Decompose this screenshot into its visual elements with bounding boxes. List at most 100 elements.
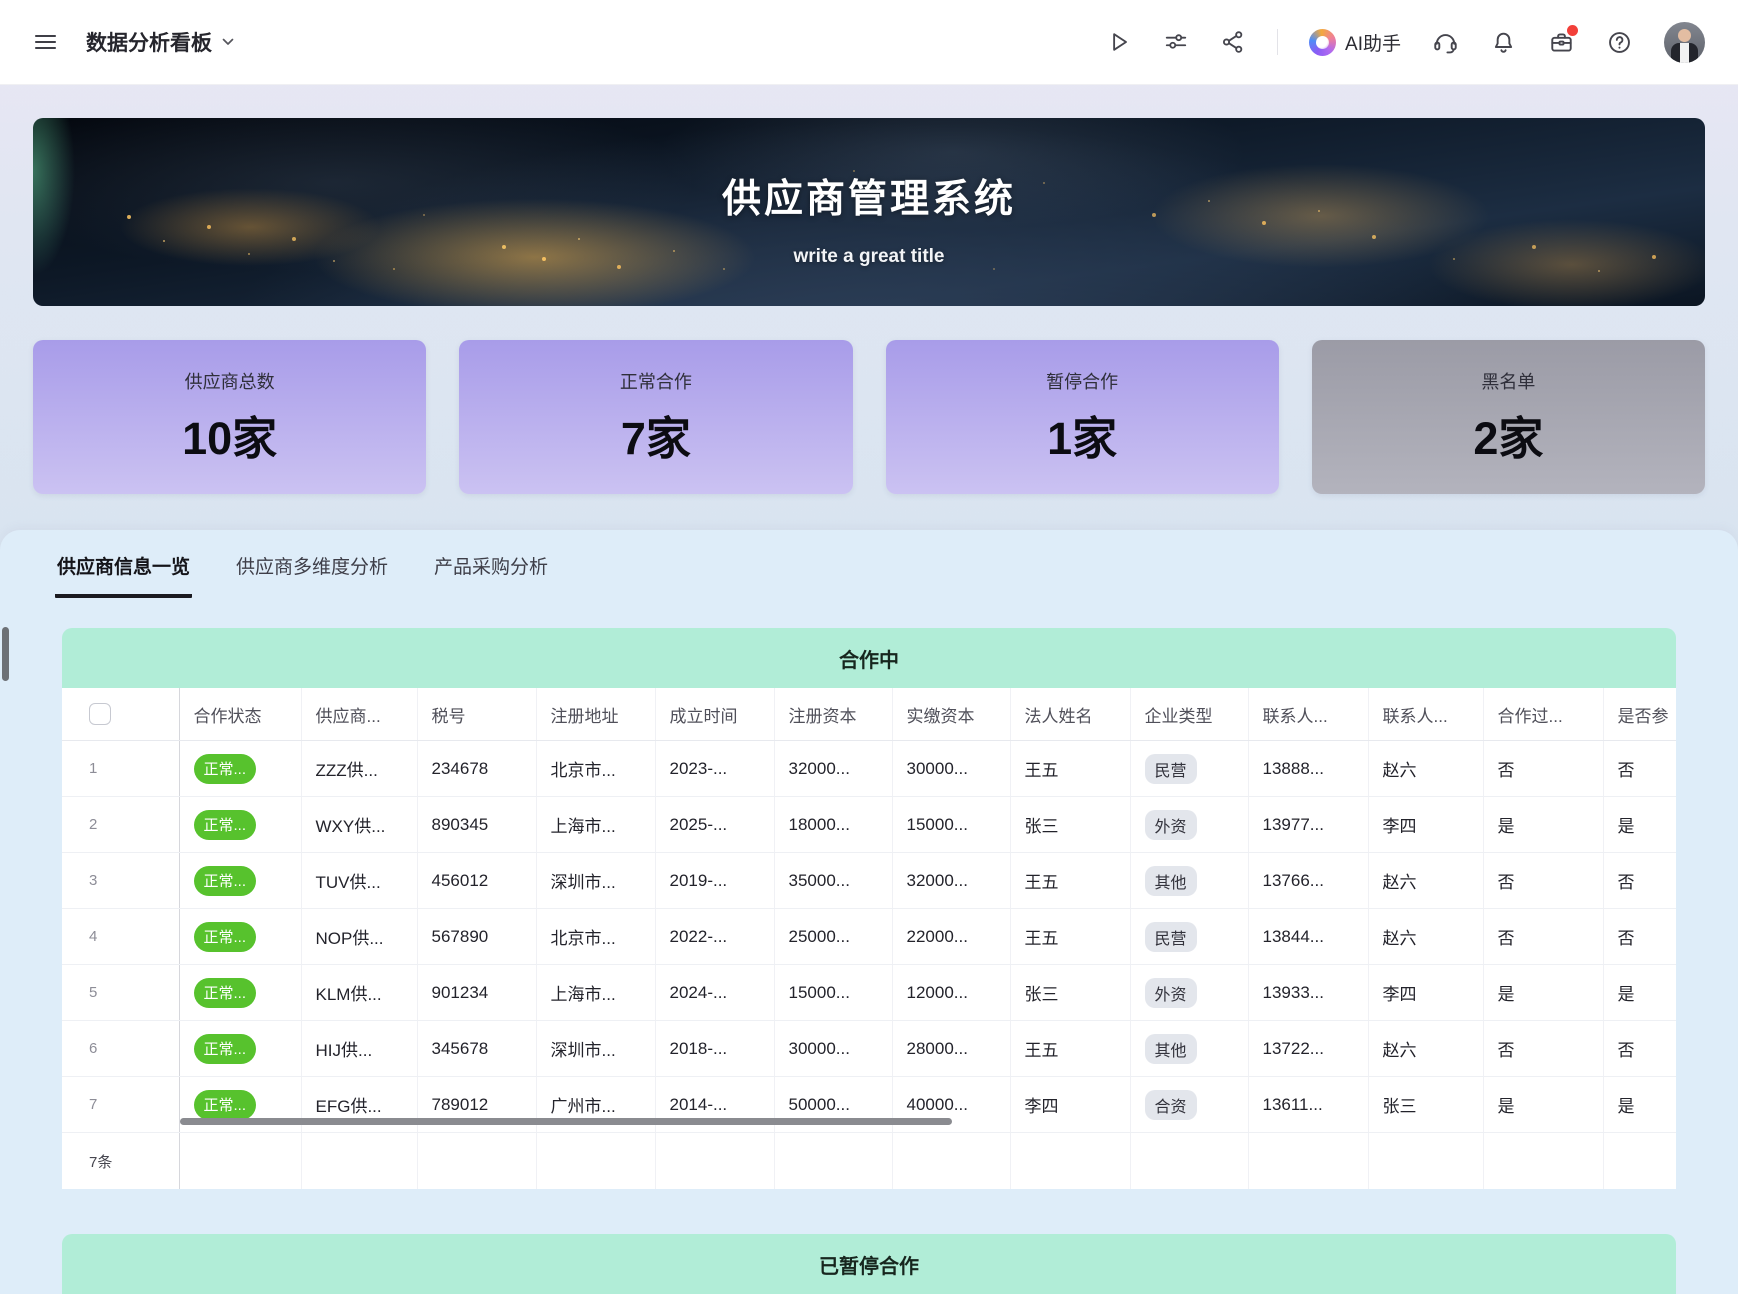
tab-2[interactable]: 产品采购分析 — [432, 552, 550, 598]
column-header[interactable]: 联系人... — [1368, 688, 1483, 741]
table-cell: 是 — [1483, 965, 1603, 1021]
user-avatar[interactable] — [1664, 22, 1705, 63]
table-row[interactable]: 6正常...HIJ供...345678深圳市...2018-...30000..… — [62, 1021, 1676, 1077]
table-row[interactable]: 1正常...ZZZ供...234678北京市...2023-...32000..… — [62, 741, 1676, 797]
notifications-button[interactable] — [1490, 29, 1517, 56]
footer-cell — [1483, 1133, 1603, 1190]
column-header[interactable]: 合作过... — [1483, 688, 1603, 741]
table-cell: 其他 — [1130, 853, 1248, 909]
column-header[interactable]: 注册地址 — [536, 688, 655, 741]
stat-card-2: 暂停合作1家 — [886, 340, 1279, 494]
footer-cell — [892, 1133, 1010, 1190]
column-header[interactable]: 供应商... — [301, 688, 417, 741]
footer-cell — [536, 1133, 655, 1190]
table-cell: 否 — [1603, 853, 1676, 909]
table-cell: 赵六 — [1368, 741, 1483, 797]
company-type-badge: 民营 — [1145, 922, 1197, 952]
table-footer-row: 7条 — [62, 1133, 1676, 1190]
table-cell: 张三 — [1010, 965, 1130, 1021]
table-header-row: 合作状态供应商...税号注册地址成立时间注册资本实缴资本法人姓名企业类型联系人.… — [62, 688, 1676, 741]
stat-card-value: 7家 — [621, 402, 691, 467]
sliders-icon — [1163, 29, 1189, 55]
chevron-down-icon — [222, 33, 234, 51]
settings-button[interactable] — [1163, 29, 1189, 55]
table-cell: 13977... — [1248, 797, 1368, 853]
table-cell: 30000... — [774, 1021, 892, 1077]
stat-card-1: 正常合作 7家 — [459, 340, 852, 494]
supplier-table: 合作状态供应商...税号注册地址成立时间注册资本实缴资本法人姓名企业类型联系人.… — [62, 688, 1676, 1189]
table-cell: 28000... — [892, 1021, 1010, 1077]
status-badge: 正常... — [194, 922, 257, 952]
table-cell: 否 — [1603, 1021, 1676, 1077]
table-cell: 13888... — [1248, 741, 1368, 797]
column-header[interactable]: 企业类型 — [1130, 688, 1248, 741]
toolbar-divider — [1277, 29, 1278, 55]
column-header[interactable]: 合作状态 — [179, 688, 301, 741]
table-cell: 北京市... — [536, 909, 655, 965]
table-cell: WXY供... — [301, 797, 417, 853]
column-header[interactable]: 注册资本 — [774, 688, 892, 741]
support-button[interactable] — [1432, 29, 1459, 56]
table-cell: 2019-... — [655, 853, 774, 909]
horizontal-scrollbar[interactable] — [180, 1118, 952, 1125]
table-cell: TUV供... — [301, 853, 417, 909]
table-cell: 是 — [1603, 797, 1676, 853]
column-header[interactable]: 法人姓名 — [1010, 688, 1130, 741]
footer-cell — [774, 1133, 892, 1190]
column-header[interactable]: 成立时间 — [655, 688, 774, 741]
bell-icon — [1490, 29, 1517, 56]
share-button[interactable] — [1220, 29, 1246, 55]
table-cell: 正常... — [179, 965, 301, 1021]
table-cell: 13844... — [1248, 909, 1368, 965]
inbox-button[interactable] — [1548, 29, 1575, 56]
table-cell: 否 — [1483, 909, 1603, 965]
table-row[interactable]: 5正常...KLM供...901234上海市...2024-...15000..… — [62, 965, 1676, 1021]
table-cell: 13722... — [1248, 1021, 1368, 1077]
table-row[interactable]: 2正常...WXY供...890345上海市...2025-...18000..… — [62, 797, 1676, 853]
table-cell: 15000... — [892, 797, 1010, 853]
question-icon — [1606, 29, 1633, 56]
column-header[interactable]: 联系人... — [1248, 688, 1368, 741]
stat-card-label: 暂停合作 — [1046, 368, 1118, 394]
content-panel: 供应商信息一览供应商多维度分析产品采购分析 合作中 合作状态供应商...税号注册… — [0, 530, 1738, 1294]
table-cell: 2018-... — [655, 1021, 774, 1077]
table-cell: ZZZ供... — [301, 741, 417, 797]
footer-cell — [301, 1133, 417, 1190]
table-row[interactable]: 3正常...TUV供...456012深圳市...2019-...35000..… — [62, 853, 1676, 909]
section-header-paused: 已暂停合作 — [62, 1234, 1676, 1294]
table-cell: 32000... — [774, 741, 892, 797]
company-type-badge: 外资 — [1145, 810, 1197, 840]
column-header[interactable]: 是否参 — [1603, 688, 1676, 741]
select-all-checkbox[interactable] — [89, 703, 111, 725]
ai-assistant-button[interactable]: AI助手 — [1309, 29, 1401, 56]
table-cell: 王五 — [1010, 1021, 1130, 1077]
table-cell: 否 — [1483, 853, 1603, 909]
ai-assistant-label: AI助手 — [1345, 29, 1401, 56]
table-cell: 13766... — [1248, 853, 1368, 909]
document-title-dropdown[interactable]: 数据分析看板 — [86, 27, 234, 57]
help-button[interactable] — [1606, 29, 1633, 56]
table-cell: 否 — [1483, 741, 1603, 797]
table-row[interactable]: 4正常...NOP供...567890北京市...2022-...25000..… — [62, 909, 1676, 965]
play-icon — [1106, 29, 1132, 55]
company-type-badge: 民营 — [1145, 754, 1197, 784]
hamburger-menu-button[interactable] — [33, 30, 58, 54]
table-cell: 35000... — [774, 853, 892, 909]
company-type-badge: 外资 — [1145, 978, 1197, 1008]
table-cell: 民营 — [1130, 909, 1248, 965]
play-button[interactable] — [1106, 29, 1132, 55]
column-header[interactable]: 税号 — [417, 688, 536, 741]
table-cell: 赵六 — [1368, 853, 1483, 909]
stat-card-label: 正常合作 — [620, 368, 692, 394]
vertical-scrollbar-thumb[interactable] — [2, 627, 9, 681]
table-cell: 北京市... — [536, 741, 655, 797]
tab-1[interactable]: 供应商多维度分析 — [234, 552, 390, 598]
column-header[interactable]: 实缴资本 — [892, 688, 1010, 741]
footer-cell — [655, 1133, 774, 1190]
table-cell: 民营 — [1130, 741, 1248, 797]
table-cell: 25000... — [774, 909, 892, 965]
table-cell: 否 — [1483, 1021, 1603, 1077]
hamburger-icon — [33, 30, 58, 54]
tab-0[interactable]: 供应商信息一览 — [55, 552, 192, 598]
status-badge: 正常... — [194, 1034, 257, 1064]
